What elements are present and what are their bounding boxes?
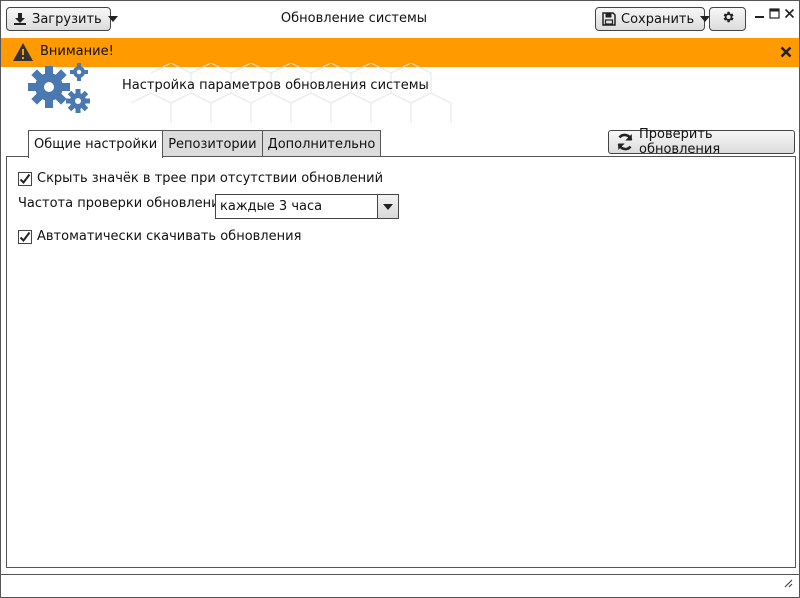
hexagon-pattern — [131, 63, 452, 123]
alert-text: Внимание! — [40, 44, 114, 59]
tab-general[interactable]: Общие настройки — [28, 130, 164, 158]
window-controls — [753, 7, 796, 20]
header-text: Настройка параметров обновления системы — [122, 78, 429, 93]
frequency-select[interactable]: каждые 3 часа — [215, 194, 399, 219]
frequency-label: Частота проверки обновлений — [18, 196, 229, 211]
main-window: Загрузить Обновление системы Сохранить В… — [0, 0, 800, 598]
close-icon[interactable] — [780, 46, 792, 62]
floppy-icon — [602, 12, 616, 26]
title-bar: Загрузить Обновление системы Сохранить — [1, 1, 799, 37]
tab-bar: Общие настройки Репозитории Дополнительн… — [28, 130, 382, 158]
chevron-down-icon[interactable] — [377, 195, 398, 218]
tab-repositories[interactable]: Репозитории — [162, 130, 263, 157]
checkmark-icon — [19, 231, 31, 242]
tab-advanced[interactable]: Дополнительно — [261, 130, 382, 157]
checkmark-icon — [19, 173, 31, 184]
frequency-value: каждые 3 часа — [220, 199, 323, 214]
minimize-icon[interactable] — [753, 7, 766, 20]
save-button[interactable]: Сохранить — [595, 7, 711, 31]
settings-button[interactable] — [709, 7, 746, 31]
hide-icon-checkbox[interactable] — [18, 171, 32, 186]
close-icon[interactable] — [783, 7, 796, 20]
frequency-row: Частота проверки обновлений — [18, 196, 228, 211]
refresh-icon — [615, 132, 635, 152]
save-button-label: Сохранить — [621, 11, 695, 27]
auto-download-checkbox[interactable] — [18, 229, 32, 244]
gear-icon — [721, 10, 735, 28]
hide-icon-label: Скрыть значёк в трее при отсутствии обно… — [37, 171, 384, 186]
auto-download-row: Автоматически скачивать обновления — [18, 229, 301, 244]
auto-download-label: Автоматически скачивать обновления — [37, 229, 302, 244]
check-updates-button[interactable]: Проверить обновления — [608, 127, 795, 157]
settings-panel: Скрыть значёк в трее при отсутствии обно… — [6, 156, 796, 568]
hide-icon-row: Скрыть значёк в трее при отсутствии обно… — [18, 171, 383, 186]
gears-icon — [28, 63, 90, 113]
resize-grip-icon[interactable] — [782, 577, 793, 592]
status-bar — [1, 574, 799, 597]
maximize-icon[interactable] — [768, 7, 781, 20]
check-updates-label: Проверить обновления — [639, 127, 721, 157]
